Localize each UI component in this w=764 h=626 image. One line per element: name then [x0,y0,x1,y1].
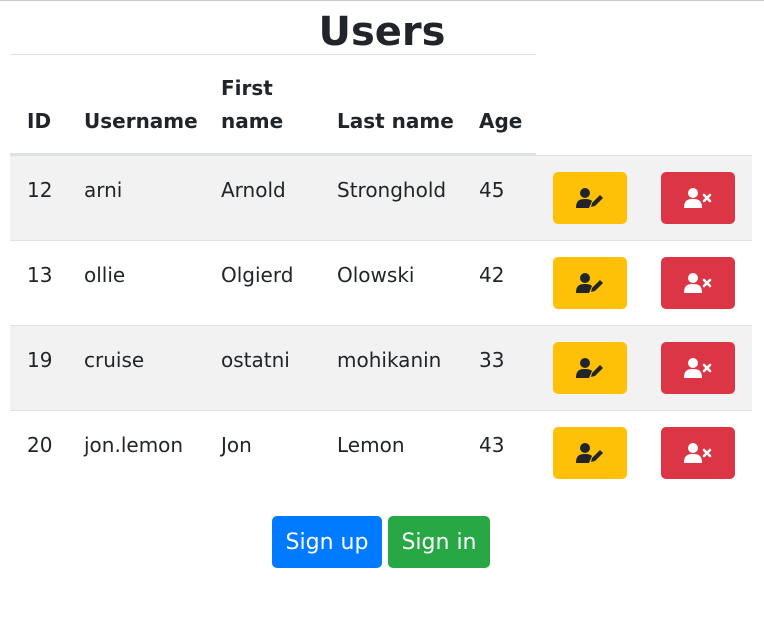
cell-last-name: Lemon [337,433,405,457]
header-id: ID [27,109,52,133]
table-row: 20 jon.lemon Jon Lemon 43 [10,410,752,495]
user-edit-icon [576,358,603,378]
header-age: Age [479,109,523,133]
user-edit-icon [576,188,603,208]
delete-user-button[interactable] [661,427,735,479]
cell-last-name: Olowski [337,263,415,287]
delete-user-button[interactable] [661,172,735,224]
sign-up-button[interactable]: Sign up [272,516,382,568]
user-times-icon [684,188,712,208]
cell-username: cruise [84,348,145,372]
cell-age: 45 [479,178,505,202]
sign-in-button[interactable]: Sign in [388,516,490,568]
cell-id: 19 [27,348,53,372]
cell-username: arni [84,178,123,202]
cell-age: 42 [479,263,505,287]
user-edit-icon [576,443,603,463]
table-row: 13 ollie Olgierd Olowski 42 [10,240,752,325]
cell-last-name: mohikanin [337,348,442,372]
cell-id: 12 [27,178,53,202]
cell-age: 43 [479,433,505,457]
cell-id: 20 [27,433,53,457]
edit-user-button[interactable] [553,257,627,309]
edit-user-button[interactable] [553,342,627,394]
header-first-name-line2: name [221,109,284,133]
user-times-icon [684,358,712,378]
auth-actions: Sign up Sign in [0,516,764,568]
user-edit-icon [576,273,603,293]
header-last-name: Last name [337,109,454,133]
cell-username: jon.lemon [84,433,184,457]
cell-first-name: ostatni [221,348,290,372]
top-divider [0,0,764,1]
cell-id: 13 [27,263,53,287]
edit-user-button[interactable] [553,172,627,224]
cell-first-name: Arnold [221,178,286,202]
delete-user-button[interactable] [661,257,735,309]
cell-last-name: Stronghold [337,178,447,202]
user-times-icon [684,273,712,293]
header-username: Username [84,109,198,133]
edit-user-button[interactable] [553,427,627,479]
title-divider [10,54,536,55]
delete-user-button[interactable] [661,342,735,394]
page-title: Users [318,9,446,55]
cell-first-name: Jon [221,433,252,457]
user-times-icon [684,443,712,463]
header-first-name-line1: First [221,76,273,100]
cell-age: 33 [479,348,505,372]
table-row: 12 arni Arnold Stronghold 45 [10,155,752,240]
table-row: 19 cruise ostatni mohikanin 33 [10,325,752,410]
cell-username: ollie [84,263,126,287]
cell-first-name: Olgierd [221,263,294,287]
